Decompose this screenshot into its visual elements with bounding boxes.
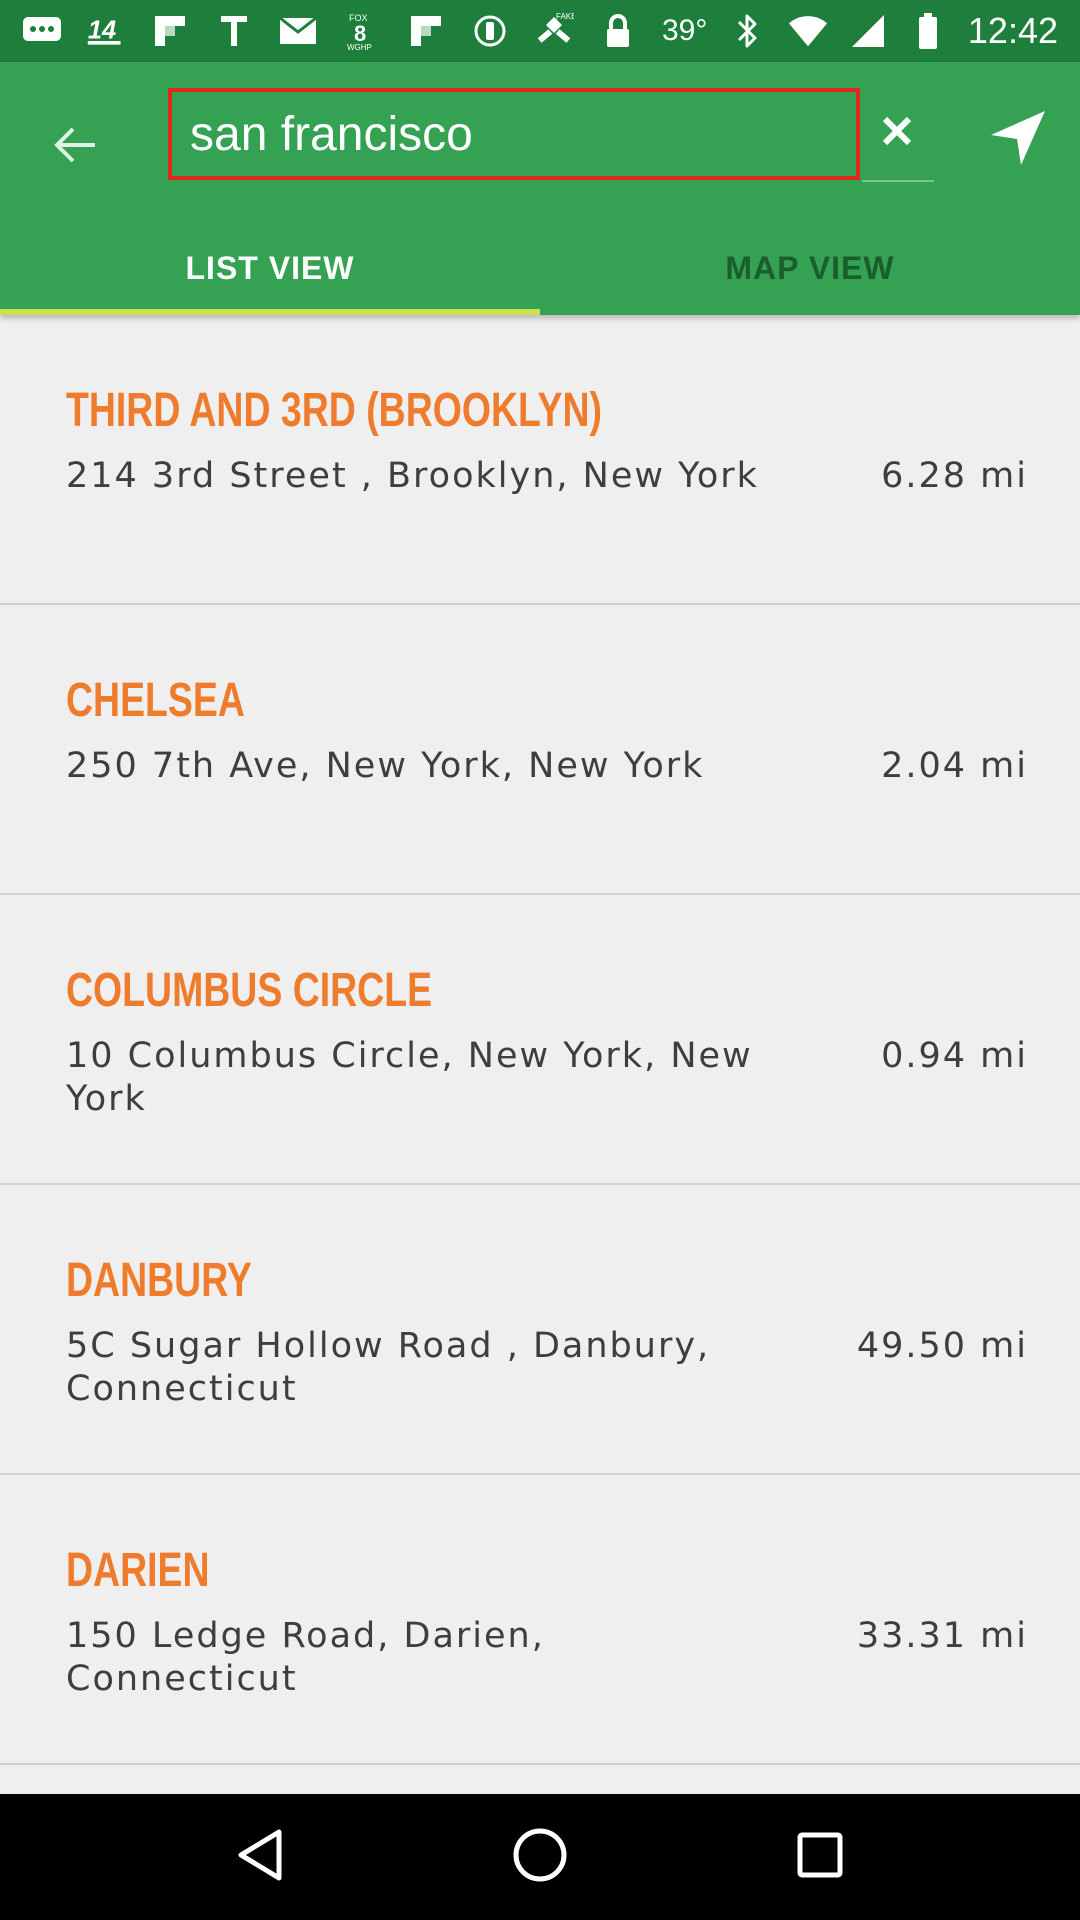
- clear-search-button[interactable]: [862, 98, 932, 168]
- location-name: DANBURY: [66, 1254, 252, 1307]
- bluetooth-icon: [728, 11, 768, 51]
- app-toolbar: LIST VIEW MAP VIEW: [0, 62, 1080, 315]
- text-app-icon: [214, 11, 254, 51]
- location-distance: 49.50 mi: [856, 1326, 1028, 1366]
- recents-square-icon: [796, 1831, 844, 1883]
- clock-time: 12:42: [967, 10, 1058, 51]
- tab-list-view-label: LIST VIEW: [185, 250, 355, 286]
- location-distance: 6.28 mi: [881, 456, 1028, 496]
- messages-icon: [22, 11, 62, 51]
- home-circle-icon: [512, 1827, 568, 1887]
- wifi-icon: [788, 11, 828, 51]
- back-button[interactable]: [30, 102, 120, 192]
- system-navigation-bar: [0, 1794, 1080, 1920]
- list-item[interactable]: CHELSEA 250 7th Ave, New York, New York …: [0, 605, 1080, 895]
- pandora-icon: [470, 11, 510, 51]
- flipboard-icon: [150, 11, 190, 51]
- location-address: 150 Ledge Road, Darien, Connecticut: [66, 1616, 545, 1699]
- svg-text:WGHP: WGHP: [347, 43, 372, 51]
- svg-text:FAKE: FAKE: [556, 12, 574, 21]
- battery-icon: [908, 11, 948, 51]
- list-item[interactable]: DARIEN 150 Ledge Road, Darien, Connectic…: [0, 1475, 1080, 1765]
- location-list[interactable]: THIRD AND 3RD (BROOKLYN) 214 3rd Street …: [0, 315, 1080, 1794]
- lock-icon: [598, 11, 638, 51]
- system-back-button[interactable]: [200, 1797, 320, 1917]
- location-name: DARIEN: [66, 1544, 210, 1597]
- list-item[interactable]: THIRD AND 3RD (BROOKLYN) 214 3rd Street …: [0, 315, 1080, 605]
- location-name: CHELSEA: [66, 674, 245, 727]
- notification-icons: 14 FOX 8 WGHP FAKE 39°: [22, 11, 707, 51]
- location-name: COLUMBUS CIRCLE: [66, 964, 433, 1017]
- signal-icon: [848, 11, 888, 51]
- system-home-button[interactable]: [480, 1797, 600, 1917]
- search-input[interactable]: [172, 92, 856, 176]
- navigation-arrow-icon: [989, 109, 1047, 171]
- location-address: 214 3rd Street , Brooklyn, New York: [66, 456, 759, 496]
- fake-gps-icon: FAKE: [534, 11, 574, 51]
- view-tabs: LIST VIEW MAP VIEW: [0, 222, 1080, 315]
- tab-map-view[interactable]: MAP VIEW: [540, 222, 1080, 315]
- current-location-button[interactable]: [978, 100, 1058, 180]
- search-box[interactable]: [168, 88, 860, 180]
- system-recents-button[interactable]: [760, 1797, 880, 1917]
- svg-text:14: 14: [88, 16, 116, 44]
- location-address: 5C Sugar Hollow Road , Danbury, Connecti…: [66, 1326, 711, 1409]
- gmail-icon: [278, 11, 318, 51]
- tab-map-view-label: MAP VIEW: [725, 250, 895, 286]
- location-name: THIRD AND 3RD (BROOKLYN): [66, 384, 602, 437]
- location-distance: 2.04 mi: [881, 746, 1028, 786]
- search-underline: [862, 180, 934, 182]
- location-distance: 33.31 mi: [856, 1616, 1028, 1656]
- temperature-text: 39°: [662, 14, 708, 47]
- status-bar: 14 FOX 8 WGHP FAKE 39° 12:42: [0, 0, 1080, 62]
- location-distance: 0.94 mi: [881, 1036, 1028, 1076]
- location-address: 250 7th Ave, New York, New York: [66, 746, 705, 786]
- channel-14-icon: 14: [86, 11, 126, 51]
- location-address: 10 Columbus Circle, New York, New York: [66, 1036, 753, 1119]
- close-icon: [881, 115, 913, 151]
- system-status: 12:42: [728, 10, 1058, 52]
- flipboard-icon: [406, 11, 446, 51]
- list-item[interactable]: DANBURY 5C Sugar Hollow Road , Danbury, …: [0, 1185, 1080, 1475]
- back-arrow-icon: [53, 125, 97, 169]
- tab-list-view[interactable]: LIST VIEW: [0, 222, 540, 315]
- fox8-icon: FOX 8 WGHP: [342, 11, 382, 51]
- back-triangle-icon: [235, 1828, 285, 1886]
- list-item[interactable]: COLUMBUS CIRCLE 10 Columbus Circle, New …: [0, 895, 1080, 1185]
